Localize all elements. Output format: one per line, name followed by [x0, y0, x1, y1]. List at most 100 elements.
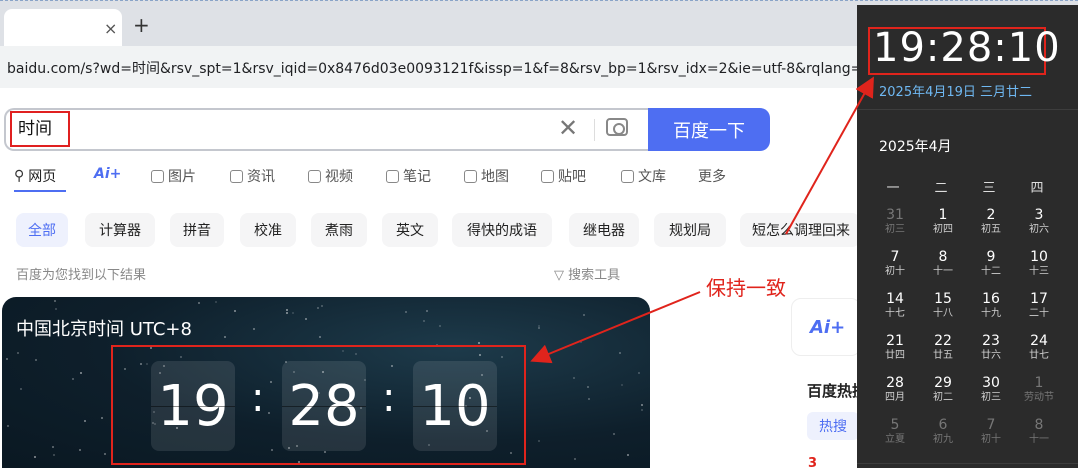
star: [20, 388, 22, 390]
clock-colon: :: [251, 375, 265, 421]
star: [587, 386, 589, 388]
nav-tab-label: 图片: [168, 169, 196, 185]
calendar-day[interactable]: 10 十三: [1015, 249, 1063, 291]
star: [627, 454, 629, 456]
star: [224, 336, 226, 338]
calendar-day[interactable]: 7 初十: [871, 249, 919, 291]
clock-title: 中国北京时间 UTC+8: [16, 319, 192, 340]
flyout-time: 19:28:10: [873, 25, 1061, 71]
calendar-day[interactable]: 5 立夏: [871, 417, 919, 459]
nav-tab-0[interactable]: ⚲ 网页: [14, 166, 56, 186]
tieba-icon: [541, 169, 554, 183]
calendar-day[interactable]: 6 初九: [919, 417, 967, 459]
lunar-date: 初十: [885, 266, 905, 277]
camera-icon[interactable]: [606, 118, 628, 136]
lunar-date: 十一: [933, 266, 953, 277]
image-icon: [151, 169, 164, 183]
related-chip[interactable]: 校准: [240, 213, 296, 247]
calendar-day[interactable]: 3 初六: [1015, 207, 1063, 249]
calendar-day[interactable]: 30 初三: [967, 375, 1015, 417]
related-chip[interactable]: 煮雨: [311, 213, 367, 247]
doc-icon: [621, 169, 634, 183]
related-chip[interactable]: 短怎么调理回来: [740, 213, 860, 247]
search-button[interactable]: 百度一下: [648, 108, 770, 151]
lunar-date: 廿六: [981, 350, 1001, 361]
calendar-day[interactable]: 31 初三: [871, 207, 919, 249]
nav-tab-1[interactable]: Ai+: [94, 166, 125, 182]
address-bar[interactable]: baidu.com/s?wd=时间&rsv_spt=1&rsv_iqid=0x8…: [0, 46, 860, 88]
star: [6, 358, 8, 360]
lunar-date: 劳动节: [1024, 392, 1054, 403]
star: [321, 305, 323, 307]
calendar-day[interactable]: 9 十二: [967, 249, 1015, 291]
calendar-day[interactable]: 8 十一: [919, 249, 967, 291]
video-icon: [308, 169, 321, 183]
nav-tab-3[interactable]: 资讯: [230, 166, 275, 186]
calendar-day[interactable]: 28 四月: [871, 375, 919, 417]
search-tools-button[interactable]: ▽ 搜索工具: [554, 264, 620, 283]
related-chip[interactable]: 拼音: [170, 213, 224, 247]
day-number: 28: [886, 375, 904, 391]
day-number: 15: [934, 291, 952, 307]
star: [574, 458, 576, 460]
clear-icon[interactable]: ✕: [558, 114, 578, 142]
new-tab-button[interactable]: +: [133, 13, 150, 37]
related-chip[interactable]: 英文: [382, 213, 438, 247]
ai-assistant-card[interactable]: Ai+: [791, 298, 861, 356]
weekday-label: 三: [982, 181, 996, 196]
star: [423, 320, 425, 322]
related-chip[interactable]: 得快的成语: [452, 213, 552, 247]
calendar-day[interactable]: 2 初五: [967, 207, 1015, 249]
calendar-day[interactable]: 16 十九: [967, 291, 1015, 333]
calendar-day[interactable]: 8 十一: [1015, 417, 1063, 459]
calendar-day[interactable]: 29 初二: [919, 375, 967, 417]
browser-tab[interactable]: ×: [4, 9, 122, 47]
clock-minutes: 28: [282, 361, 366, 451]
calendar-day[interactable]: 7 初十: [967, 417, 1015, 459]
calendar-day[interactable]: 21 廿四: [871, 333, 919, 375]
nav-tab-2[interactable]: 图片: [151, 166, 196, 186]
star: [292, 312, 294, 314]
url-text[interactable]: baidu.com/s?wd=时间&rsv_spt=1&rsv_iqid=0x8…: [7, 58, 857, 78]
day-number: 9: [986, 249, 996, 265]
lunar-date: 十八: [933, 308, 953, 319]
star: [583, 314, 585, 316]
nav-active-indicator: [14, 190, 66, 192]
search-input[interactable]: 时间: [10, 111, 70, 147]
calendar-day[interactable]: 1 劳动节: [1015, 375, 1063, 417]
calendar-day[interactable]: 14 十七: [871, 291, 919, 333]
calendar-day[interactable]: 24 廿七: [1015, 333, 1063, 375]
news-icon: [230, 169, 243, 183]
day-number: 31: [886, 207, 904, 223]
related-chip[interactable]: 全部: [16, 213, 68, 247]
day-number: 1: [1034, 375, 1044, 391]
calendar-day[interactable]: 1 初四: [919, 207, 967, 249]
flyout-date[interactable]: 2025年4月19日 三月廿二: [879, 81, 1032, 100]
nav-tab-7[interactable]: 贴吧: [541, 166, 586, 186]
day-number: 8: [1034, 417, 1044, 433]
nav-tab-label: 网页: [28, 169, 57, 185]
close-tab-icon[interactable]: ×: [104, 19, 117, 38]
star: [319, 336, 321, 338]
nav-tab-9[interactable]: 更多: [698, 166, 726, 186]
day-number: 8: [938, 249, 948, 265]
nav-tab-6[interactable]: 地图: [464, 166, 509, 186]
search-box[interactable]: 时间 ✕: [4, 108, 648, 151]
calendar-month-title[interactable]: 2025年4月: [879, 136, 952, 156]
related-chip[interactable]: 规划局: [654, 213, 726, 247]
calendar-day[interactable]: 22 廿五: [919, 333, 967, 375]
weekday-label: 一: [886, 181, 900, 196]
calendar-day[interactable]: 15 十八: [919, 291, 967, 333]
calendar-day[interactable]: 17 二十: [1015, 291, 1063, 333]
divider: [594, 119, 595, 141]
day-number: 14: [886, 291, 904, 307]
nav-tab-8[interactable]: 文库: [621, 166, 666, 186]
hot-search-tab[interactable]: 热搜: [807, 412, 859, 440]
day-number: 1: [938, 207, 948, 223]
nav-tab-4[interactable]: 视频: [308, 166, 353, 186]
related-chip[interactable]: 计算器: [85, 213, 155, 247]
calendar-day[interactable]: 23 廿六: [967, 333, 1015, 375]
lunar-date: 初二: [933, 392, 953, 403]
related-chip[interactable]: 继电器: [569, 213, 639, 247]
nav-tab-5[interactable]: 笔记: [386, 166, 431, 186]
